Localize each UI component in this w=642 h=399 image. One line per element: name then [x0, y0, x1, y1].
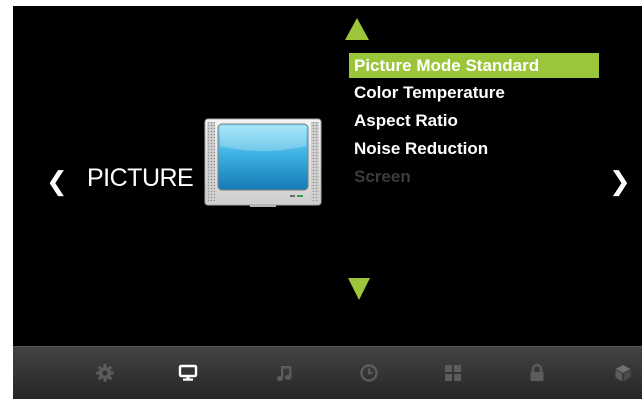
clock-icon[interactable]	[358, 362, 380, 384]
menu-item-aspect-ratio[interactable]: Aspect Ratio	[349, 107, 599, 135]
menu-item-noise-reduction[interactable]: Noise Reduction	[349, 135, 599, 163]
menu-item-picture-mode[interactable]: Picture Mode Standard	[349, 53, 599, 78]
previous-category-arrow[interactable]: ❮	[46, 169, 68, 195]
next-category-arrow[interactable]: ❯	[609, 169, 631, 195]
lock-icon[interactable]	[526, 362, 548, 384]
gear-icon[interactable]	[94, 362, 116, 384]
scroll-down-arrow[interactable]	[348, 278, 370, 300]
tv-monitor-icon	[204, 118, 322, 207]
menu-item-color-temperature[interactable]: Color Temperature	[349, 79, 599, 107]
menu-item-screen: Screen	[354, 167, 411, 186]
cube-icon[interactable]	[612, 362, 634, 384]
category-title: PICTURE	[87, 164, 194, 192]
monitor-icon[interactable]	[177, 362, 199, 384]
tv-menu-screen: ❮ PICTURE Picture Mode Standard Color Te…	[13, 6, 642, 399]
scroll-up-arrow[interactable]	[345, 18, 369, 40]
grid-icon[interactable]	[442, 362, 464, 384]
picture-settings-menu: Picture Mode Standard Color Temperature …	[349, 53, 599, 191]
category-icon-bar	[13, 346, 642, 399]
music-note-icon[interactable]	[274, 362, 296, 384]
